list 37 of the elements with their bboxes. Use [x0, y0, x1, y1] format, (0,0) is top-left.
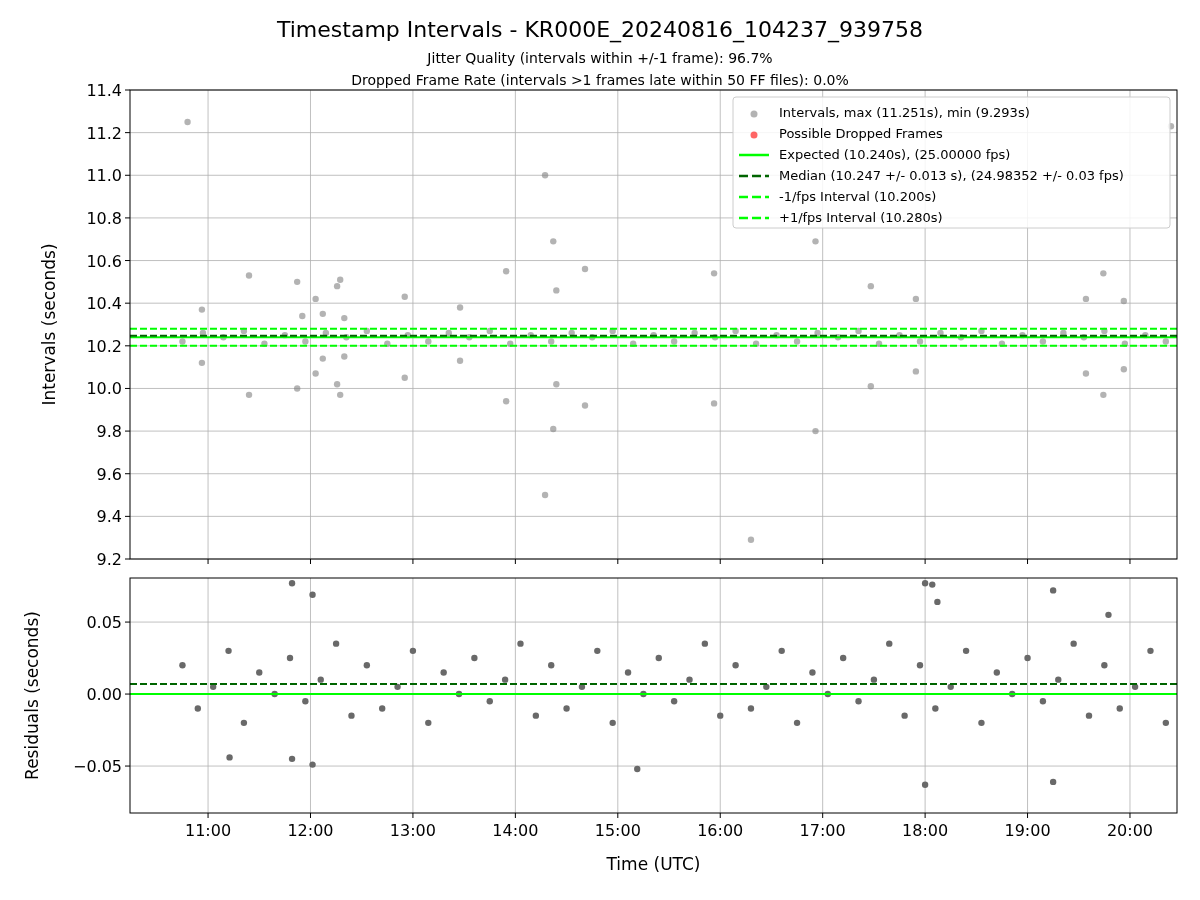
x-axis-label: Time (UTC) — [606, 854, 701, 874]
legend-label: Expected (10.240s), (25.00000 fps) — [779, 147, 1011, 162]
tick-label: 10.0 — [86, 379, 122, 399]
y-axis-label: Residuals (seconds) — [22, 611, 42, 780]
tick-label: 10.2 — [86, 336, 122, 356]
tick-label: 0.05 — [86, 613, 122, 633]
tick-label: 18:00 — [902, 821, 949, 840]
tick-label: 11.0 — [86, 166, 122, 186]
tick-label: 10.4 — [86, 294, 122, 314]
tick-label: 11.4 — [86, 81, 122, 100]
tick-label: 19:00 — [1004, 821, 1051, 840]
tick-label: 11:00 — [185, 821, 232, 840]
tick-label: 11.2 — [86, 123, 122, 143]
chart-title: Timestamp Intervals - KR000E_20240816_104237_939758 — [277, 17, 923, 42]
tick-label: 9.6 — [96, 464, 122, 484]
tick-label: 13:00 — [389, 821, 436, 840]
legend-label: -1/fps Interval (10.200s) — [779, 189, 937, 204]
tick-label: 9.2 — [96, 550, 122, 569]
tick-label: 17:00 — [799, 821, 846, 840]
tick-label: 12:00 — [287, 821, 334, 840]
y-axis-label: Intervals (seconds) — [39, 243, 59, 406]
legend-label: Median (10.247 +/- 0.013 s), (24.98352 +/- 0.03 fps) — [779, 168, 1124, 183]
tick-label: 20:00 — [1106, 821, 1154, 840]
tick-label: 0.00 — [86, 685, 122, 705]
tick-label: 15:00 — [594, 821, 641, 840]
legend-label: Possible Dropped Frames — [779, 126, 943, 141]
tick-label: 9.8 — [96, 422, 122, 442]
tick-label: 10.6 — [86, 251, 122, 271]
tick-label: 9.4 — [96, 507, 122, 527]
chart-subtitle: Jitter Quality (intervals within +/-1 frame): 96.7% — [427, 50, 773, 66]
legend-label: Intervals, max (11.251s), min (9.293s) — [779, 105, 1030, 120]
tick-label: 10.8 — [86, 208, 122, 228]
tick-label: 14:00 — [492, 821, 539, 840]
chart-subtitle: Dropped Frame Rate (intervals >1 frames late within 50 FF files): 0.0% — [351, 72, 849, 88]
tick-label: −0.05 — [72, 757, 122, 777]
tick-label: 16:00 — [697, 821, 744, 840]
legend-label: +1/fps Interval (10.280s) — [779, 210, 943, 225]
